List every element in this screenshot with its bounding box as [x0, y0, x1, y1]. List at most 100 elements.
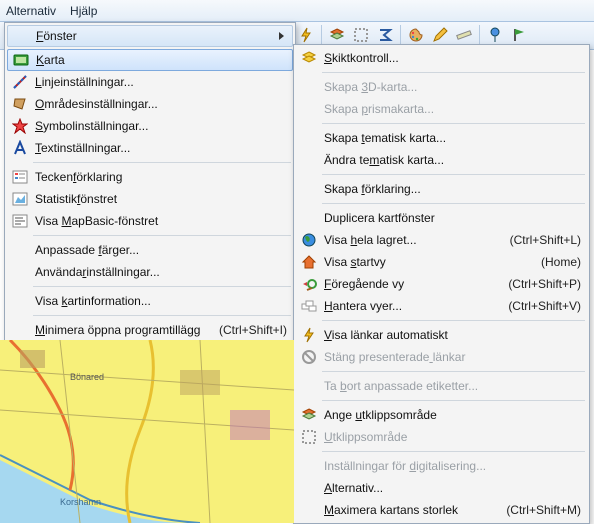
menu-item-label: Utklippsområde [324, 430, 581, 444]
menu-item[interactable]: Skapa tematisk karta... [296, 127, 587, 149]
menu-item-label: Statistikfönstret [35, 192, 287, 206]
menu-shortcut: (Ctrl+Shift+P) [508, 277, 581, 291]
menu-item[interactable]: Områdesinställningar... [7, 93, 293, 115]
blank-icon [11, 321, 29, 339]
menu-item-label: Skapa 3D-karta... [324, 80, 581, 94]
menu-item-label: Visa hela lagret... [324, 233, 494, 247]
menu-item-label: Maximera kartans storlek [324, 503, 490, 517]
menu-item[interactable]: Anpassade färger... [7, 239, 293, 261]
menu-item-label: Visa MapBasic-fönstret [35, 214, 287, 228]
menu-separator [322, 400, 585, 401]
menu-item-label: Föregående vy [324, 277, 492, 291]
menu-item-label: Visa kartinformation... [35, 294, 287, 308]
ruler-icon[interactable] [453, 24, 475, 46]
menu-item-label: Minimera öppna programtillägg [35, 323, 203, 337]
menu-item[interactable]: Textinställningar... [7, 137, 293, 159]
blank-icon [300, 457, 318, 475]
menu-shortcut: (Home) [541, 255, 581, 269]
menu-item[interactable]: Linjeinställningar... [7, 71, 293, 93]
menu-item-label: Visa startvy [324, 255, 525, 269]
menu-shortcut: (Ctrl+Shift+L) [510, 233, 581, 247]
blank-icon [300, 78, 318, 96]
menu-item[interactable]: Skiktkontroll... [296, 47, 587, 69]
pin-icon[interactable] [484, 24, 506, 46]
menu-separator [33, 162, 291, 163]
blank-icon [300, 100, 318, 118]
blank-icon [300, 479, 318, 497]
menu-separator [33, 315, 291, 316]
menu-hjalp[interactable]: Hjälp [70, 4, 97, 18]
menu-item-label: Skapa förklaring... [324, 182, 581, 196]
menu-item[interactable]: Skapa förklaring... [296, 178, 587, 200]
crop-icon[interactable] [350, 24, 372, 46]
crop-icon [300, 428, 318, 446]
menu-item[interactable]: Användarinställningar... [7, 261, 293, 283]
menu-item[interactable]: Symbolinställningar... [7, 115, 293, 137]
menu-item[interactable]: Visa kartinformation... [7, 290, 293, 312]
menu-separator [33, 286, 291, 287]
menu-separator [322, 174, 585, 175]
text-icon [11, 139, 29, 157]
map-canvas[interactable]: Bönared Korshamn [0, 340, 294, 523]
menu-separator [322, 203, 585, 204]
palette-icon[interactable] [405, 24, 427, 46]
menu-item-label: Skapa tematisk karta... [324, 131, 581, 145]
close-links-icon [300, 348, 318, 366]
menu-separator [322, 320, 585, 321]
menu-item-label: Anpassade färger... [35, 243, 287, 257]
layers-icon [300, 49, 318, 67]
menu-item[interactable]: Visa startvy (Home) [296, 251, 587, 273]
menu-item-label: Visa länkar automatiskt [324, 328, 581, 342]
menu-item[interactable]: Maximera kartans storlek (Ctrl+Shift+M) [296, 499, 587, 521]
menu-item[interactable]: Teckenförklaring [7, 166, 293, 188]
menu-shortcut: (Ctrl+Shift+M) [506, 503, 581, 517]
menu-item[interactable]: Föregående vy (Ctrl+Shift+P) [296, 273, 587, 295]
menu-item[interactable]: Visa länkar automatiskt [296, 324, 587, 346]
blank-icon [300, 151, 318, 169]
menu-item-label: Ändra tematisk karta... [324, 153, 581, 167]
menu-item-label: Områdesinställningar... [35, 97, 287, 111]
menu-item[interactable]: Ange utklippsområde [296, 404, 587, 426]
blank-icon [300, 501, 318, 519]
line-icon [11, 73, 29, 91]
house-icon [300, 253, 318, 271]
menu-shortcut: (Ctrl+Shift+I) [219, 323, 287, 337]
flag-icon[interactable] [508, 24, 530, 46]
menu-item[interactable]: Statistikfönstret [7, 188, 293, 210]
pencil-icon[interactable] [429, 24, 451, 46]
menu-item-label: Alternativ... [324, 481, 581, 495]
toolbar-separator [400, 25, 401, 45]
bolt-icon[interactable] [295, 24, 317, 46]
blank-icon [300, 209, 318, 227]
menu-item-label: Inställningar för digitalisering... [324, 459, 581, 473]
blank-icon [11, 263, 29, 281]
menu-item-label: Teckenförklaring [35, 170, 287, 184]
menu-item: Stäng presenterade länkar [296, 346, 587, 368]
menu-alternativ[interactable]: Alternativ [6, 4, 56, 18]
menu-item[interactable]: Hantera vyer... (Ctrl+Shift+V) [296, 295, 587, 317]
menu-item[interactable]: Duplicera kartfönster [296, 207, 587, 229]
submenu-header[interactable]: Fönster [7, 25, 293, 47]
menu-item-label: Linjeinställningar... [35, 75, 287, 89]
blank-icon [300, 180, 318, 198]
menu-item[interactable]: Alternativ... [296, 477, 587, 499]
crop-set-icon [300, 406, 318, 424]
menu-separator [322, 72, 585, 73]
crop-set-icon[interactable] [326, 24, 348, 46]
menu-separator [33, 235, 291, 236]
mapbasic-icon [11, 212, 29, 230]
menu-item[interactable]: Ändra tematisk karta... [296, 149, 587, 171]
sigma-icon[interactable] [374, 24, 396, 46]
menu-item: Skapa prismakarta... [296, 98, 587, 120]
menu-item[interactable]: Minimera öppna programtillägg (Ctrl+Shif… [7, 319, 293, 341]
menu-item-label: Hantera vyer... [324, 299, 492, 313]
menu-item[interactable]: Visa MapBasic-fönstret [7, 210, 293, 232]
blank-icon [11, 241, 29, 259]
svg-text:Korshamn: Korshamn [60, 497, 101, 507]
menu-separator [322, 451, 585, 452]
blank-icon [11, 292, 29, 310]
menu-item[interactable]: Visa hela lagret... (Ctrl+Shift+L) [296, 229, 587, 251]
menu-item[interactable]: Karta [7, 49, 293, 71]
blank-icon [300, 129, 318, 147]
globe-icon [300, 231, 318, 249]
